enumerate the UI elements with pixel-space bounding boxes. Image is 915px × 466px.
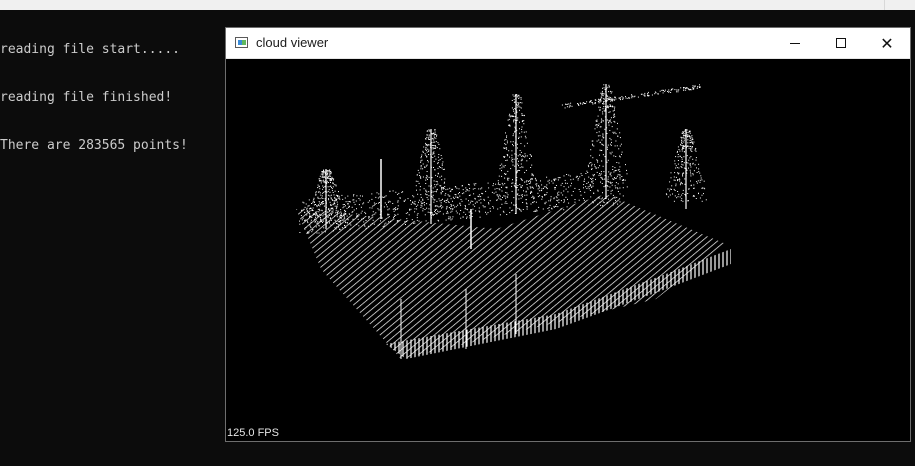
console-line: reading file finished! xyxy=(0,90,173,105)
minimize-button[interactable] xyxy=(772,28,818,58)
close-icon: ✕ xyxy=(880,33,894,53)
maximize-button[interactable] xyxy=(818,28,864,58)
point-cloud-canvas[interactable]: 125.0 FPS xyxy=(226,59,910,441)
console-close-button[interactable] xyxy=(884,0,915,10)
viewer-titlebar[interactable]: cloud viewer ✕ xyxy=(226,28,910,59)
console-line: There are 283565 points! xyxy=(0,138,188,153)
cloud-viewer-window: cloud viewer ✕ 125.0 FPS xyxy=(225,27,911,442)
window-app-icon xyxy=(235,37,248,48)
console-output: reading file start..... reading file fin… xyxy=(0,10,225,170)
fps-counter: 125.0 FPS xyxy=(227,427,279,439)
close-button[interactable]: ✕ xyxy=(864,28,910,58)
window-title: cloud viewer xyxy=(256,35,329,50)
console-title-strip xyxy=(0,0,915,10)
point-cloud-render xyxy=(296,84,731,359)
maximize-icon xyxy=(836,38,846,48)
console-line: reading file start..... xyxy=(0,42,181,57)
minimize-icon xyxy=(790,42,800,44)
